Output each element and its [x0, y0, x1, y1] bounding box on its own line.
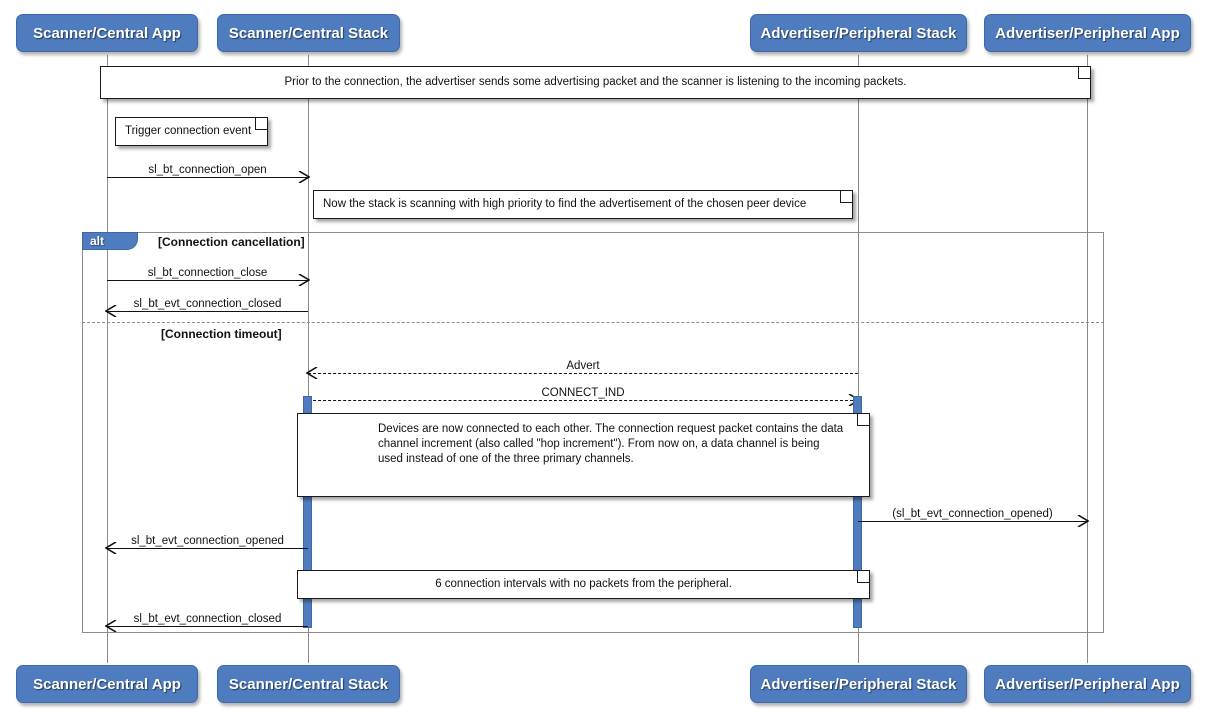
- participant-label: Scanner/Central App: [33, 24, 181, 42]
- message-sl-bt-evt-connection-closed-1[interactable]: sl_bt_evt_connection_closed: [105, 298, 308, 317]
- note-connection-intervals: 6 connection intervals with no packets f…: [297, 570, 870, 599]
- participant-peripheral-app-bottom[interactable]: Advertiser/Peripheral App: [984, 665, 1191, 703]
- alt-condition-connection-cancellation: [Connection cancellation]: [158, 235, 305, 249]
- message-label: (sl_bt_evt_connection_opened): [892, 508, 1053, 520]
- condition-label: [Connection cancellation]: [158, 235, 305, 249]
- participant-label: Advertiser/Peripheral Stack: [760, 675, 957, 693]
- note-text: 6 connection intervals with no packets f…: [435, 578, 732, 590]
- note-trigger-connection-event: Trigger connection event: [115, 117, 268, 146]
- message-line: [107, 548, 308, 549]
- message-label: sl_bt_connection_close: [147, 267, 268, 279]
- message-label: sl_bt_evt_connection_opened: [131, 535, 284, 547]
- alt-operator-label: alt: [90, 234, 105, 248]
- alt-condition-connection-timeout: [Connection timeout]: [161, 327, 282, 341]
- alt-fragment-operator-tab: alt: [82, 232, 138, 250]
- participant-central-stack-top[interactable]: Scanner/Central Stack: [217, 14, 400, 52]
- message-sl-bt-connection-close[interactable]: sl_bt_connection_close: [107, 267, 310, 286]
- participant-label: Advertiser/Peripheral App: [995, 24, 1180, 42]
- participant-peripheral-stack-bottom[interactable]: Advertiser/Peripheral Stack: [750, 665, 967, 703]
- note-text: Devices are now connected to each other.…: [378, 423, 844, 466]
- message-connect-ind[interactable]: CONNECT_IND: [308, 387, 860, 406]
- message-line: [107, 280, 308, 281]
- message-label: sl_bt_evt_connection_closed: [133, 613, 282, 625]
- message-label: sl_bt_evt_connection_closed: [133, 298, 282, 310]
- condition-label: [Connection timeout]: [161, 327, 282, 341]
- note-text: Now the stack is scanning with high prio…: [323, 198, 807, 210]
- note-text: Trigger connection event: [125, 125, 252, 137]
- message-line: [107, 626, 308, 627]
- message-line: [308, 400, 858, 401]
- message-advert[interactable]: Advert: [306, 360, 858, 379]
- participant-label: Scanner/Central Stack: [228, 675, 389, 693]
- participant-peripheral-stack-top[interactable]: Advertiser/Peripheral Stack: [750, 14, 967, 52]
- sequence-diagram-canvas: Scanner/Central App Scanner/Central Stac…: [0, 0, 1207, 717]
- note-fold-icon: [255, 118, 267, 130]
- participant-central-app-top[interactable]: Scanner/Central App: [16, 14, 198, 52]
- message-sl-bt-evt-connection-closed-2[interactable]: sl_bt_evt_connection_closed: [105, 613, 308, 632]
- note-fold-icon: [857, 571, 869, 583]
- message-line: [858, 521, 1087, 522]
- message-line: [308, 373, 858, 374]
- note-text: Prior to the connection, the advertiser …: [284, 76, 907, 88]
- participant-peripheral-app-top[interactable]: Advertiser/Peripheral App: [984, 14, 1191, 52]
- participant-label: Scanner/Central Stack: [228, 24, 389, 42]
- participant-label: Advertiser/Peripheral Stack: [760, 24, 957, 42]
- note-fold-icon: [1078, 67, 1090, 79]
- participant-central-stack-bottom[interactable]: Scanner/Central Stack: [217, 665, 400, 703]
- message-sl-bt-evt-connection-opened-peripheral[interactable]: (sl_bt_evt_connection_opened): [858, 508, 1089, 527]
- note-stack-scanning: Now the stack is scanning with high prio…: [313, 190, 853, 219]
- alt-fragment-divider: [82, 322, 1104, 323]
- note-fold-icon: [857, 414, 869, 426]
- participant-central-app-bottom[interactable]: Scanner/Central App: [16, 665, 198, 703]
- message-sl-bt-connection-open[interactable]: sl_bt_connection_open: [107, 164, 310, 183]
- participant-label: Scanner/Central App: [33, 675, 181, 693]
- message-label: Advert: [566, 360, 600, 372]
- message-label: CONNECT_IND: [541, 387, 625, 399]
- note-prior-to-connection: Prior to the connection, the advertiser …: [100, 66, 1091, 99]
- note-devices-connected: Devices are now connected to each other.…: [297, 413, 870, 497]
- message-line: [107, 311, 308, 312]
- message-label: sl_bt_connection_open: [148, 164, 267, 176]
- participant-label: Advertiser/Peripheral App: [995, 675, 1180, 693]
- message-sl-bt-evt-connection-opened-central[interactable]: sl_bt_evt_connection_opened: [105, 535, 308, 554]
- message-line: [107, 177, 308, 178]
- note-fold-icon: [840, 191, 852, 203]
